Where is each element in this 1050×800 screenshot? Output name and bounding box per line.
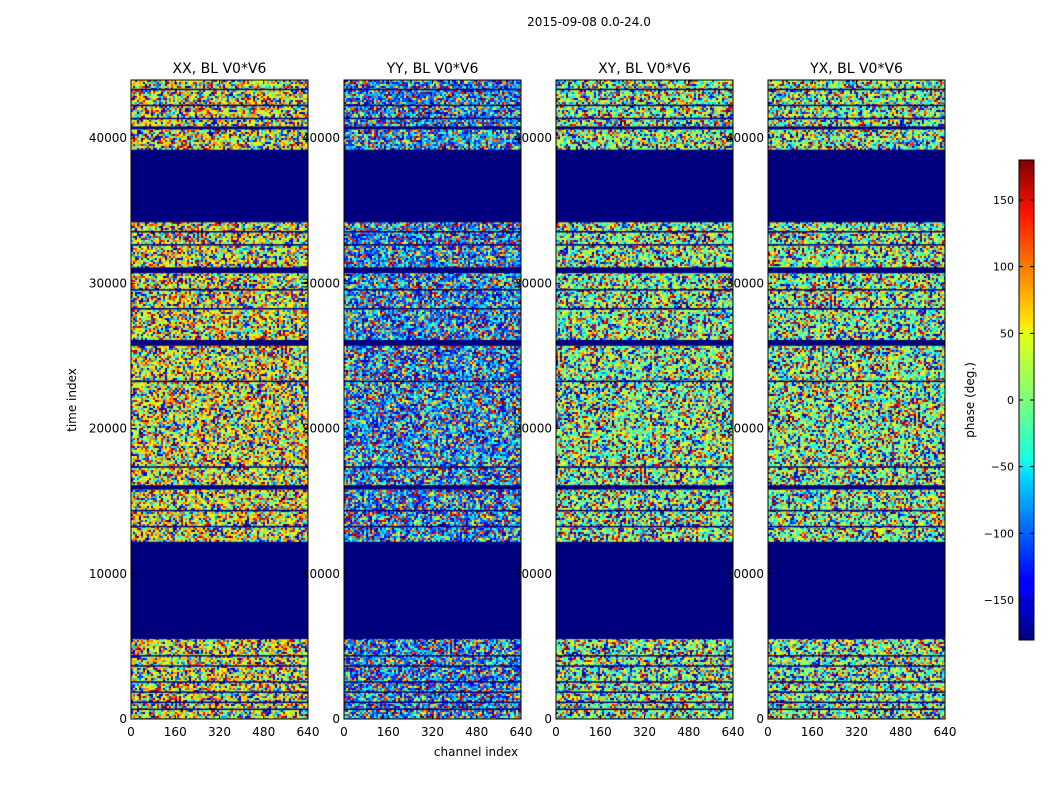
x-tick-label: 160	[377, 725, 400, 739]
x-tick-label: 320	[421, 725, 444, 739]
y-tick-label: 20000	[726, 422, 764, 436]
x-tick-label: 160	[589, 725, 612, 739]
heatmap-raster	[768, 80, 945, 719]
colorbar-tick-label: −150	[984, 594, 1014, 607]
panel-3: YX, BL V0*V6 0 160 320 480 640 0 10000 20000 3000…	[726, 61, 957, 739]
x-tick-label: 480	[465, 725, 488, 739]
y-tick-label: 10000	[89, 567, 127, 581]
y-tick-label: 20000	[89, 422, 127, 436]
panel-title: YX, BL V0*V6	[809, 61, 903, 77]
x-tick-label: 320	[208, 725, 231, 739]
x-tick-label: 320	[845, 725, 868, 739]
x-tick-label: 0	[764, 725, 772, 739]
y-tick-label: 20000	[514, 422, 552, 436]
colorbar-tick-label: 150	[993, 194, 1014, 207]
y-tick-label: 30000	[302, 276, 340, 290]
x-tick-label: 320	[633, 725, 656, 739]
x-tick-label: 160	[801, 725, 824, 739]
colorbar: −150 −100 −50 0 50 100 150 phase (deg.)	[963, 159, 1035, 641]
y-tick-label: 0	[544, 712, 552, 726]
panel-title: YY, BL V0*V6	[386, 61, 479, 77]
panel-title: XX, BL V0*V6	[173, 61, 267, 77]
colorbar-label: phase (deg.)	[963, 362, 977, 438]
x-tick-label: 480	[252, 725, 275, 739]
y-tick-label: 10000	[726, 567, 764, 581]
panels-group: XX, BL V0*V6 0 160 320 480 640 0 10000 20000 3000…	[89, 61, 957, 739]
x-tick-label: 640	[510, 725, 533, 739]
y-tick-label: 40000	[726, 131, 764, 145]
y-tick-label: 0	[332, 712, 340, 726]
panel-2: XY, BL V0*V6 0 160 320 480 640 0 10000 20000 3000…	[514, 61, 745, 739]
y-tick-label: 10000	[514, 567, 552, 581]
y-tick-label: 0	[756, 712, 764, 726]
y-tick-label: 0	[119, 712, 127, 726]
x-tick-label: 640	[722, 725, 745, 739]
heatmap-raster	[131, 80, 308, 719]
x-tick-label: 640	[297, 725, 320, 739]
colorbar-tick-label: 0	[1007, 394, 1014, 407]
y-tick-label: 30000	[514, 276, 552, 290]
y-tick-label: 20000	[302, 422, 340, 436]
y-tick-label: 40000	[514, 131, 552, 145]
heatmap-raster	[556, 80, 733, 719]
panel-1: YY, BL V0*V6 0 160 320 480 640 0 10000 20000 3000…	[302, 61, 533, 739]
x-tick-label: 640	[934, 725, 957, 739]
x-tick-label: 480	[677, 725, 700, 739]
panel-title: XY, BL V0*V6	[598, 61, 691, 77]
figure-suptitle: 2015-09-08 0.0-24.0	[527, 15, 651, 29]
x-tick-label: 480	[889, 725, 912, 739]
x-tick-label: 0	[340, 725, 348, 739]
x-tick-label: 160	[164, 725, 187, 739]
y-tick-label: 30000	[89, 276, 127, 290]
y-tick-label: 10000	[302, 567, 340, 581]
x-tick-label: 0	[552, 725, 560, 739]
heatmap-raster	[344, 80, 521, 719]
y-tick-label: 40000	[302, 131, 340, 145]
colorbar-tick-label: 50	[1000, 327, 1014, 340]
colorbar-tick-label: −100	[984, 527, 1014, 540]
y-tick-label: 30000	[726, 276, 764, 290]
x-tick-label: 0	[127, 725, 135, 739]
colorbar-tick-label: 100	[993, 261, 1014, 274]
colorbar-tick-label: −50	[991, 461, 1014, 474]
figure-ylabel: time index	[65, 368, 79, 432]
panel-0: XX, BL V0*V6 0 160 320 480 640 0 10000 20000 3000…	[89, 61, 320, 739]
figure: 2015-09-08 0.0-24.0 time index channel i…	[65, 15, 1035, 759]
y-tick-label: 40000	[89, 131, 127, 145]
figure-xlabel: channel index	[434, 745, 518, 759]
